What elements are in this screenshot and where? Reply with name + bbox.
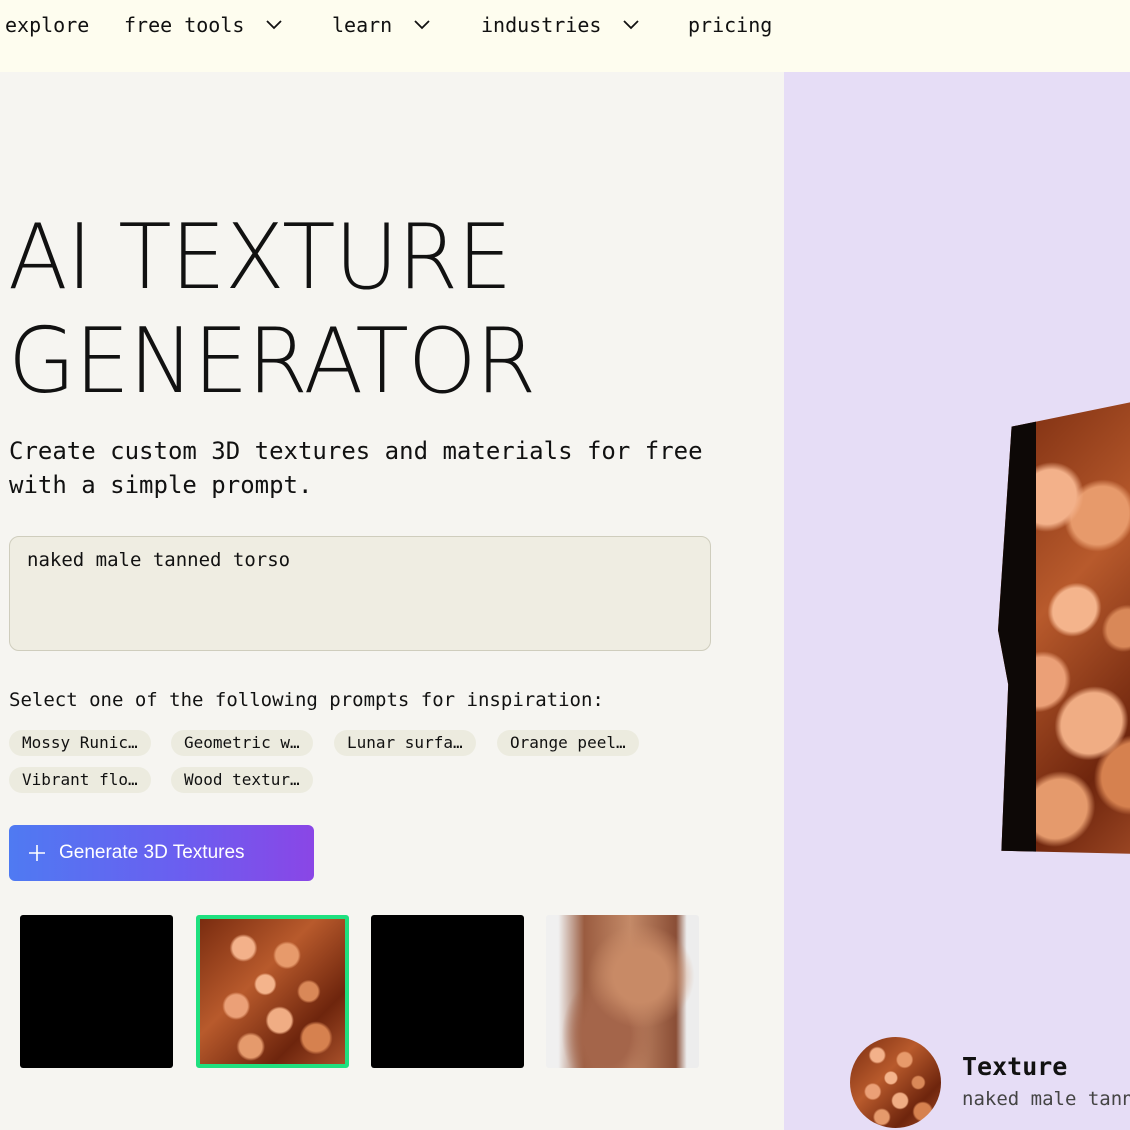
nav-free-tools-menu[interactable]: free tools [124,12,283,38]
nav-pricing-link[interactable]: pricing [688,12,772,38]
page-title: AI TEXTURE GENERATOR [8,205,536,414]
prompt-chip[interactable]: Geometric w… [171,730,313,756]
chevron-down-icon [266,20,283,30]
result-thumbnail-selected[interactable] [196,915,349,1068]
texture-card-subtitle: naked male tann [962,1088,1130,1110]
result-thumbnail[interactable] [371,915,524,1068]
texture-avatar [850,1037,941,1128]
prompt-input[interactable]: naked male tanned torso [9,536,711,651]
nav-explore-link[interactable]: explore [5,12,89,38]
chevron-down-icon [623,20,640,30]
generator-panel: AI TEXTURE GENERATOR Create custom 3D te… [0,72,784,1130]
result-thumbnail[interactable] [546,915,699,1068]
prompt-chip[interactable]: Orange peel… [497,730,639,756]
texture-preview-3d[interactable] [998,395,1130,870]
prompt-chip[interactable]: Vibrant flo… [9,767,151,793]
chevron-down-icon [414,20,430,30]
page-subtitle: Create custom 3D textures and materials … [9,437,703,499]
nav-learn-menu[interactable]: learn [332,12,430,38]
prompt-chip[interactable]: Mossy Runic… [9,730,151,756]
nav-industries-menu[interactable]: industries [481,12,640,38]
top-navigation: explore free tools learn industries pric… [0,0,1130,72]
texture-preview-panel: Texture naked male tann [784,72,1130,1130]
generate-button[interactable]: Generate 3D Textures [9,825,314,881]
texture-card-title: Texture [962,1052,1068,1081]
prompt-chip[interactable]: Lunar surfa… [334,730,476,756]
prompt-chip[interactable]: Wood textur… [171,767,313,793]
result-thumbnail[interactable] [20,915,173,1068]
plus-icon [29,845,45,861]
inspiration-label: Select one of the following prompts for … [9,689,604,711]
